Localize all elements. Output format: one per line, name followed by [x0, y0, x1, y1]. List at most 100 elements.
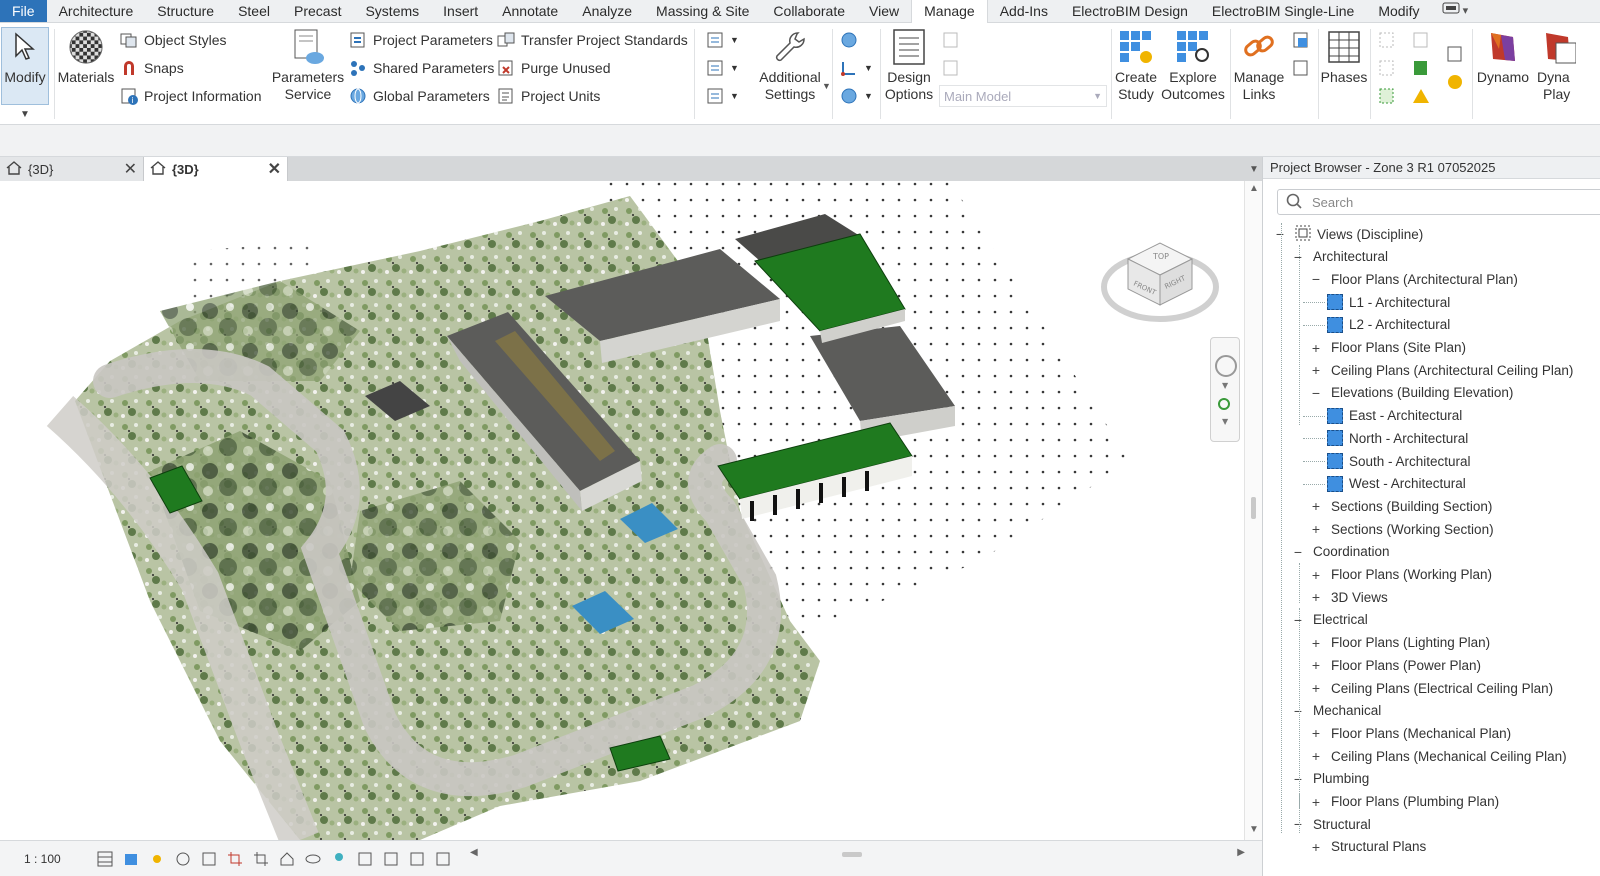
tree-group-item[interactable]: + Sections (Building Section): [1309, 495, 1492, 517]
tree-view-item[interactable]: West - Architectural: [1327, 473, 1466, 495]
ribbon-tab-electrobim-single-line[interactable]: ElectroBIM Single-Line: [1200, 0, 1366, 22]
selection-load-icon[interactable]: [1378, 59, 1402, 77]
shadows-icon[interactable]: [175, 851, 191, 867]
position-button[interactable]: ▼: [840, 87, 873, 105]
detail-level-icon[interactable]: [97, 851, 113, 867]
ribbon-tab-file[interactable]: File: [0, 0, 47, 22]
expand-icon[interactable]: +: [1309, 362, 1323, 378]
expand-icon[interactable]: +: [1309, 725, 1323, 741]
tree-group-item[interactable]: + Ceiling Plans (Mechanical Ceiling Plan): [1309, 745, 1567, 767]
tree-group-item[interactable]: + Ceiling Plans (Architectural Ceiling Pl…: [1309, 359, 1573, 381]
tree-group-item[interactable]: − Elevations (Building Elevation): [1309, 382, 1513, 404]
ribbon-tab-electrobim-design[interactable]: ElectroBIM Design: [1060, 0, 1200, 22]
ribbon-tab-massing-site[interactable]: Massing & Site: [644, 0, 761, 22]
close-icon[interactable]: ✕: [268, 159, 281, 179]
rendering-icon[interactable]: [201, 851, 217, 867]
tree-group-item[interactable]: + Ceiling Plans (Electrical Ceiling Plan): [1309, 677, 1553, 699]
sun-path-icon[interactable]: [149, 851, 165, 867]
expand-icon[interactable]: +: [1309, 521, 1323, 537]
collapse-icon[interactable]: −: [1291, 816, 1305, 832]
analytical-model-icon[interactable]: [435, 851, 451, 867]
project-units-button[interactable]: Project Units: [497, 87, 600, 105]
view-tab-3d-2[interactable]: {3D} ✕: [144, 157, 288, 181]
tree-view-item[interactable]: North - Architectural: [1327, 427, 1468, 449]
collapse-icon[interactable]: −: [1291, 612, 1305, 628]
design-options-button[interactable]: Design Options: [883, 29, 935, 103]
tree-view-item[interactable]: L1 - Architectural: [1327, 291, 1450, 313]
shared-parameters-button[interactable]: Shared Parameters: [349, 59, 494, 77]
tree-group-item[interactable]: − Plumbing: [1291, 768, 1369, 790]
project-parameters-button[interactable]: Project Parameters: [349, 31, 493, 49]
ribbon-tab-add-ins[interactable]: Add-Ins: [988, 0, 1060, 22]
tree-group-item[interactable]: + Floor Plans (Power Plan): [1309, 654, 1481, 676]
tree-group-item[interactable]: + Floor Plans (Working Plan): [1309, 564, 1492, 586]
phases-button[interactable]: Phases: [1321, 29, 1367, 86]
ribbon-tab-annotate[interactable]: Annotate: [490, 0, 570, 22]
tree-group-item[interactable]: + Floor Plans (Plumbing Plan): [1309, 791, 1499, 813]
tree-group-item[interactable]: − Mechanical: [1291, 700, 1381, 722]
dynamo-player-button[interactable]: Dyna Play: [1534, 29, 1600, 103]
ribbon-tab-collaborate[interactable]: Collaborate: [761, 0, 857, 22]
snaps-button[interactable]: Snaps: [120, 59, 184, 77]
macro-manager-icon[interactable]: [1446, 45, 1470, 63]
temporary-hide-icon[interactable]: [305, 851, 321, 867]
tree-group-item[interactable]: − Floor Plans (Architectural Plan): [1309, 268, 1518, 290]
materials-button[interactable]: Materials: [57, 29, 115, 86]
unlocked-3d-view-icon[interactable]: [279, 851, 295, 867]
collapse-icon[interactable]: −: [1291, 771, 1305, 787]
crop-view-icon[interactable]: [227, 851, 243, 867]
navigation-bar[interactable]: ▼ ▼: [1210, 337, 1240, 442]
expand-icon[interactable]: +: [1309, 748, 1323, 764]
expand-icon[interactable]: +: [1309, 635, 1323, 651]
manage-dropdown-2[interactable]: ▼: [706, 59, 739, 77]
transfer-project-standards-button[interactable]: Transfer Project Standards: [497, 31, 688, 49]
collapse-icon[interactable]: −: [1273, 226, 1287, 242]
tree-view-item[interactable]: East - Architectural: [1327, 405, 1462, 427]
project-information-button[interactable]: i Project Information: [120, 87, 262, 105]
global-parameters-button[interactable]: Global Parameters: [349, 87, 490, 105]
expand-icon[interactable]: +: [1309, 657, 1323, 673]
expand-icon[interactable]: +: [1309, 498, 1323, 514]
close-icon[interactable]: ✕: [124, 159, 137, 179]
ribbon-tab-systems[interactable]: Systems: [353, 0, 431, 22]
tree-group-item[interactable]: + Floor Plans (Site Plan): [1309, 337, 1466, 359]
viewport-vertical-scrollbar[interactable]: ▲ ▼: [1244, 181, 1262, 840]
warnings-icon[interactable]: [1412, 87, 1436, 105]
view-tab-3d-1[interactable]: {3D} ✕: [0, 157, 144, 181]
viewcube[interactable]: TOP FRONT RIGHT: [1100, 229, 1220, 325]
ribbon-tab-structure[interactable]: Structure: [145, 0, 226, 22]
expand-icon[interactable]: +: [1309, 839, 1323, 855]
parameters-service-button[interactable]: Parameters Service: [272, 29, 344, 103]
show-crop-region-icon[interactable]: [253, 851, 269, 867]
dynamo-button[interactable]: Dynamo: [1474, 29, 1532, 86]
location-button[interactable]: [840, 31, 864, 49]
tree-view-item[interactable]: South - Architectural: [1327, 450, 1471, 472]
expand-icon[interactable]: +: [1309, 340, 1323, 356]
expand-icon[interactable]: +: [1309, 567, 1323, 583]
purge-unused-button[interactable]: Purge Unused: [497, 59, 611, 77]
collapse-icon[interactable]: −: [1291, 249, 1305, 265]
reveal-constraints-icon[interactable]: [409, 851, 425, 867]
collapse-icon[interactable]: −: [1291, 544, 1305, 560]
collapse-icon[interactable]: −: [1309, 271, 1323, 287]
tree-group-item[interactable]: + Floor Plans (Mechanical Plan): [1309, 722, 1511, 744]
ribbon-tab-manage[interactable]: Manage: [911, 0, 988, 24]
ribbon-tab-insert[interactable]: Insert: [431, 0, 490, 22]
worksharing-display-icon[interactable]: [383, 851, 399, 867]
tree-group-item[interactable]: + Sections (Working Section): [1309, 518, 1494, 540]
macro-security-icon[interactable]: [1446, 73, 1470, 91]
manage-dropdown-1[interactable]: ▼: [706, 31, 739, 49]
tree-group-item[interactable]: − Structural: [1291, 813, 1371, 835]
ribbon-tab-steel[interactable]: Steel: [226, 0, 282, 22]
ribbon-tab-analyze[interactable]: Analyze: [570, 0, 644, 22]
coordinates-button[interactable]: ▼: [840, 59, 873, 77]
decal-types-icon[interactable]: [1292, 59, 1316, 77]
ribbon-tab-architecture[interactable]: Architecture: [47, 0, 146, 22]
3d-viewport[interactable]: TOP FRONT RIGHT: [0, 181, 1244, 840]
collapse-icon[interactable]: −: [1291, 703, 1305, 719]
manage-links-button[interactable]: Manage Links: [1233, 29, 1285, 103]
create-study-button[interactable]: Create Study: [1114, 29, 1158, 103]
tree-group-item[interactable]: − Architectural: [1291, 246, 1388, 268]
modify-button[interactable]: Modify: [3, 29, 47, 86]
manage-images-icon[interactable]: [1292, 31, 1316, 49]
